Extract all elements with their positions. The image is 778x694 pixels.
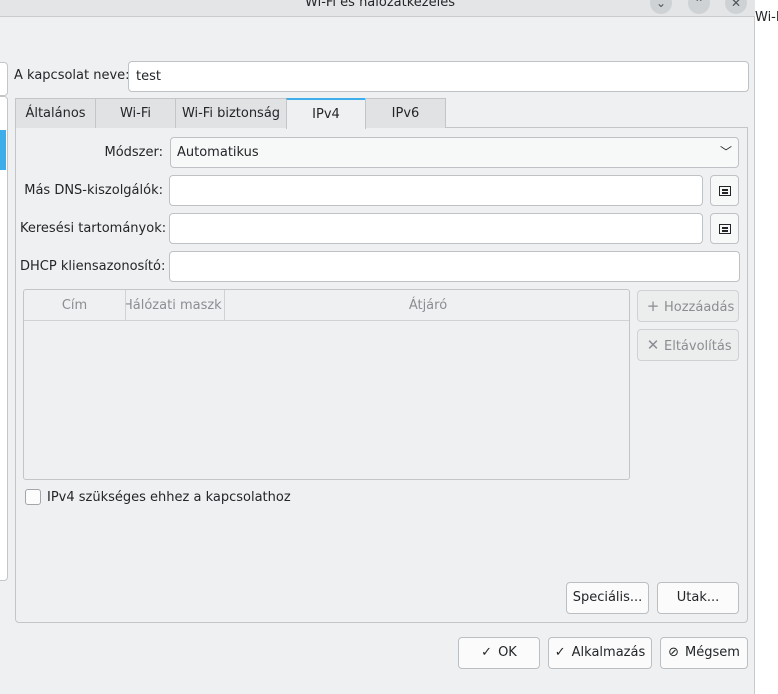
- dns-servers-input[interactable]: [169, 175, 703, 206]
- remove-address-button[interactable]: ✕ Eltávolítás: [637, 329, 739, 361]
- connection-name-input[interactable]: test: [128, 61, 749, 92]
- dhcp-client-id-input[interactable]: [169, 251, 740, 282]
- window-title: Wi-Fi és hálózatkezelés: [305, 0, 455, 10]
- routes-button[interactable]: Utak...: [657, 582, 739, 614]
- tab-general[interactable]: Általános: [15, 98, 96, 128]
- cancel-label: Mégsem: [685, 645, 740, 660]
- dhcp-client-id-label: DHCP kliensazonosító:: [20, 259, 166, 274]
- remove-address-label: Eltávolítás: [664, 339, 732, 354]
- maximize-icon[interactable]: ⌃: [688, 0, 710, 14]
- list-edit-icon: [719, 224, 731, 234]
- close-icon[interactable]: ✕: [725, 0, 747, 14]
- apply-label: Alkalmazás: [571, 645, 646, 660]
- tab-wifi[interactable]: Wi-Fi: [95, 98, 176, 128]
- ipv4-required-checkbox[interactable]: [25, 489, 41, 505]
- column-netmask[interactable]: Hálózati maszk: [126, 290, 225, 321]
- search-domains-label: Keresési tartományok:: [20, 221, 167, 236]
- ok-label: OK: [498, 645, 517, 660]
- titlebar: Wi-Fi és hálózatkezelés ⌄ ⌃ ✕: [0, 0, 755, 17]
- special-button[interactable]: Speciális...: [566, 582, 649, 614]
- minimize-icon[interactable]: ⌄: [650, 0, 672, 14]
- address-table[interactable]: Cím Hálózati maszk Átjáró: [23, 289, 630, 480]
- method-label: Módszer:: [104, 145, 163, 160]
- add-address-button[interactable]: + Hozzáadás: [637, 290, 739, 322]
- check-icon: ✓: [481, 645, 493, 660]
- address-table-header: Cím Hálózati maszk Átjáró: [24, 290, 629, 321]
- ok-button[interactable]: ✓ OK: [458, 637, 540, 669]
- chevron-down-icon: ﹀: [719, 145, 732, 159]
- connection-name-label: A kapcsolat neve:: [14, 68, 130, 83]
- check-icon: ✓: [554, 645, 566, 660]
- column-gateway[interactable]: Átjáró: [225, 290, 629, 321]
- left-panel-header: [0, 62, 8, 96]
- method-value: Automatikus: [177, 145, 259, 160]
- tab-wifi-security[interactable]: Wi-Fi biztonság: [175, 98, 287, 128]
- list-edit-icon: [719, 186, 731, 196]
- tab-ipv6[interactable]: IPv6: [365, 98, 446, 128]
- cancel-button[interactable]: ⊘ Mégsem: [660, 637, 748, 669]
- remove-icon: ✕: [646, 336, 660, 354]
- add-address-label: Hozzáadás: [664, 300, 735, 315]
- connection-list-selection: [0, 130, 6, 170]
- search-domains-input[interactable]: [169, 213, 703, 244]
- cancel-icon: ⊘: [668, 645, 679, 660]
- column-address[interactable]: Cím: [24, 290, 126, 321]
- apply-button[interactable]: ✓ Alkalmazás: [548, 637, 652, 669]
- plus-icon: +: [646, 297, 660, 315]
- search-domains-edit-list-button[interactable]: [710, 213, 739, 244]
- tab-ipv4[interactable]: IPv4: [286, 98, 366, 129]
- ipv4-required-label: IPv4 szükséges ehhez a kapcsolathoz: [47, 490, 291, 505]
- dns-servers-label: Más DNS-kiszolgálók:: [24, 183, 163, 198]
- method-select[interactable]: Automatikus ﹀: [170, 137, 739, 168]
- background-window-title: Wi-F: [755, 10, 778, 25]
- dns-edit-list-button[interactable]: [710, 175, 739, 206]
